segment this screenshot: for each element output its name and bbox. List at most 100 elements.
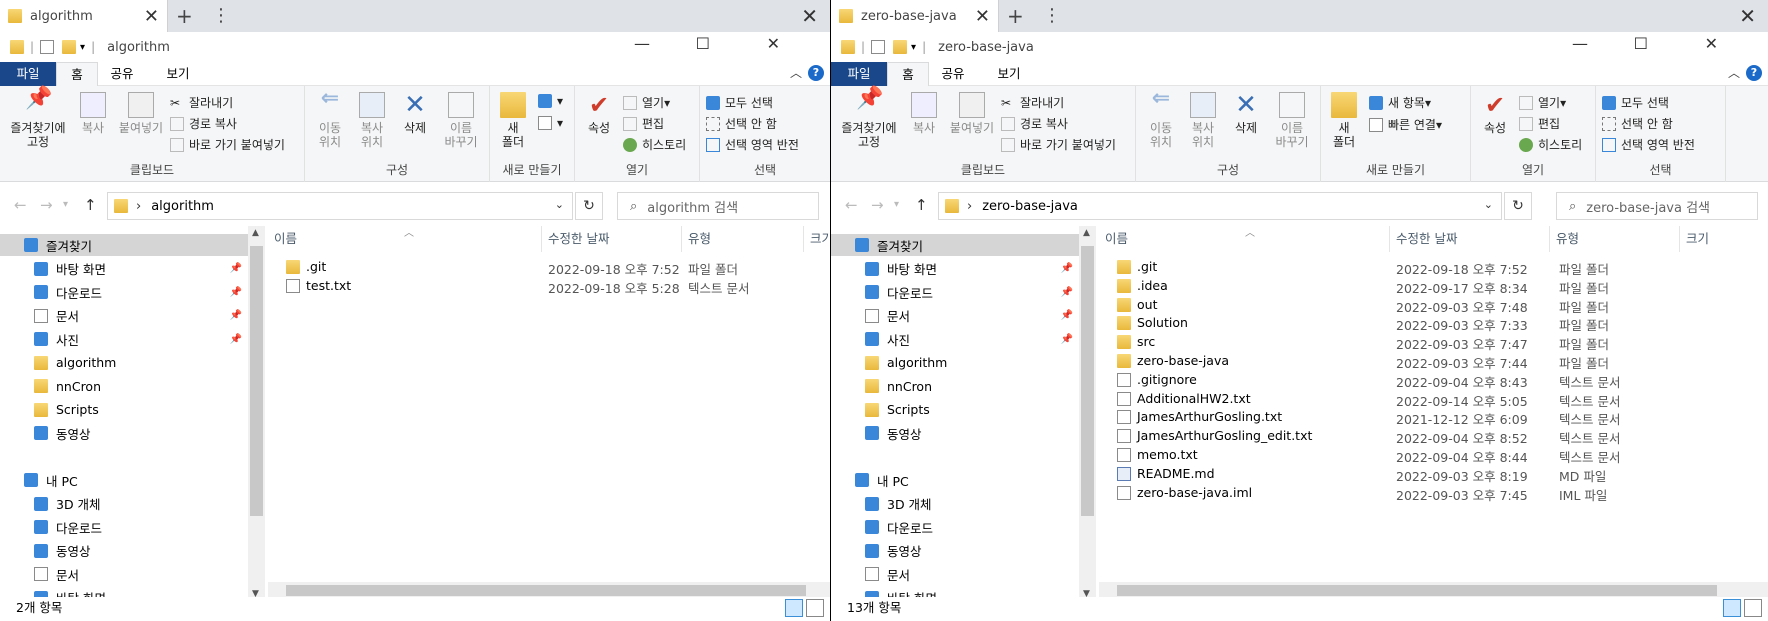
cut-button[interactable]: ✂ 잘라내기	[1001, 94, 1064, 111]
tab-view[interactable]: 보기	[156, 62, 200, 86]
close-icon[interactable]: ✕	[1705, 34, 1718, 53]
paste-button[interactable]: 붙여넣기	[947, 92, 997, 135]
column-size[interactable]: 크기	[804, 226, 830, 252]
recent-dropdown-icon[interactable]: ▾	[894, 199, 899, 210]
easy-access-dropdown[interactable]: 빠른 연결 ▾	[1369, 116, 1442, 133]
nav-item[interactable]: 바탕 화면 📌	[831, 258, 1079, 280]
close-window-icon[interactable]: ✕	[801, 4, 818, 28]
copy-path-button[interactable]: 경로 복사	[170, 115, 237, 132]
nav-item[interactable]: 3D 개체	[0, 493, 248, 515]
address-bar[interactable]: › zero-base-java ⌄	[938, 192, 1502, 220]
history-button[interactable]: 히스토리	[623, 136, 686, 153]
column-type[interactable]: 유형	[1550, 226, 1680, 252]
nav-item[interactable]: 동영상	[831, 422, 1079, 444]
nav-item[interactable]: 문서 📌	[831, 305, 1079, 327]
rename-button[interactable]: 이름 바꾸기	[439, 92, 483, 149]
forward-arrow-icon[interactable]: →	[40, 196, 53, 214]
nav-item[interactable]: 동영상	[0, 540, 248, 562]
help-icon[interactable]: ?	[808, 65, 824, 81]
back-arrow-icon[interactable]: ←	[14, 196, 27, 214]
easy-access-dropdown[interactable]: ▾	[538, 116, 563, 130]
new-folder-icon[interactable]	[62, 40, 77, 54]
nav-item[interactable]: 즐겨찾기	[0, 234, 248, 256]
paste-button[interactable]: 붙여넣기	[116, 92, 166, 135]
close-window-icon[interactable]: ✕	[1739, 4, 1756, 28]
copy-button[interactable]: 복사	[76, 92, 110, 135]
back-arrow-icon[interactable]: ←	[845, 196, 858, 214]
edit-button[interactable]: 편집	[623, 115, 664, 132]
select-none-button[interactable]: 선택 안 함	[706, 115, 777, 132]
column-type[interactable]: 유형	[682, 226, 804, 252]
new-tab-icon[interactable]: +	[1007, 4, 1024, 28]
nav-item[interactable]: 사진 📌	[0, 328, 248, 350]
nav-item[interactable]: 내 PC	[831, 469, 1079, 491]
details-view-icon[interactable]	[1723, 599, 1741, 617]
invert-selection-button[interactable]: 선택 영역 반전	[1602, 136, 1695, 153]
close-icon[interactable]: ✕	[767, 34, 780, 53]
new-folder-icon[interactable]	[893, 40, 908, 54]
open-button[interactable]: 열기 ▾	[623, 94, 670, 111]
refresh-button[interactable]: ↻	[1504, 192, 1532, 220]
properties-icon[interactable]	[40, 40, 55, 54]
large-icons-view-icon[interactable]	[806, 599, 824, 617]
select-all-button[interactable]: 모두 선택	[706, 94, 773, 111]
invert-selection-button[interactable]: 선택 영역 반전	[706, 136, 799, 153]
move-to-button[interactable]: ⇐ 이동 위치	[311, 88, 349, 150]
navigation-scrollbar[interactable]: ▲ ▼	[248, 226, 265, 601]
cut-button[interactable]: ✂ 잘라내기	[170, 94, 233, 111]
tab-home[interactable]: 홈	[56, 62, 98, 86]
customize-dropdown-icon[interactable]: ▾	[911, 42, 916, 53]
pin-quick-access-button[interactable]: 📌 즐겨찾기에 고정	[839, 88, 899, 150]
paste-shortcut-button[interactable]: 바로 가기 붙여넣기	[1001, 136, 1116, 153]
nav-item[interactable]: 다운로드 📌	[831, 281, 1079, 303]
nav-item[interactable]: nnCron	[831, 375, 1079, 397]
pin-icon[interactable]: 📌	[230, 287, 242, 298]
customize-dropdown-icon[interactable]: ▾	[80, 42, 85, 53]
rename-button[interactable]: 이름 바꾸기	[1270, 92, 1314, 149]
details-view-icon[interactable]	[785, 599, 803, 617]
navigation-scrollbar[interactable]: ▲ ▼	[1079, 226, 1096, 601]
breadcrumb-chevron-icon[interactable]: ›	[136, 199, 141, 214]
column-date[interactable]: 수정한 날짜	[1390, 226, 1550, 252]
select-all-button[interactable]: 모두 선택	[1602, 94, 1669, 111]
pin-quick-access-button[interactable]: 📌 즐겨찾기에 고정	[8, 88, 68, 150]
tab-close-icon[interactable]: ✕	[144, 6, 159, 27]
large-icons-view-icon[interactable]	[1744, 599, 1762, 617]
copy-to-button[interactable]: 복사 위치	[1184, 92, 1222, 149]
maximize-icon[interactable]: ☐	[696, 34, 710, 53]
nav-item[interactable]: 동영상	[831, 540, 1079, 562]
nav-item[interactable]: 3D 개체	[831, 493, 1079, 515]
nav-item[interactable]: algorithm	[0, 352, 248, 374]
help-icon[interactable]: ?	[1746, 65, 1762, 81]
tab-share[interactable]: 공유	[100, 62, 144, 86]
move-to-button[interactable]: ⇐ 이동 위치	[1142, 88, 1180, 150]
new-item-dropdown[interactable]: 새 항목 ▾	[1369, 94, 1431, 111]
nav-item[interactable]: 문서 📌	[0, 305, 248, 327]
more-options-icon[interactable]: ⋮	[1043, 5, 1061, 26]
properties-icon[interactable]	[871, 40, 886, 54]
copy-path-button[interactable]: 경로 복사	[1001, 115, 1068, 132]
recent-dropdown-icon[interactable]: ▾	[63, 199, 68, 210]
new-folder-button[interactable]: 새 폴더	[1327, 92, 1361, 149]
pin-icon[interactable]: 📌	[1061, 310, 1073, 321]
nav-item[interactable]: 다운로드 📌	[0, 281, 248, 303]
address-dropdown-icon[interactable]: ⌄	[1484, 198, 1493, 211]
column-date[interactable]: 수정한 날짜	[542, 226, 682, 252]
new-tab-icon[interactable]: +	[176, 4, 193, 28]
pin-icon[interactable]: 📌	[230, 334, 242, 345]
nav-item[interactable]: 사진 📌	[831, 328, 1079, 350]
nav-item[interactable]: nnCron	[0, 375, 248, 397]
tab-share[interactable]: 공유	[931, 62, 975, 86]
nav-item[interactable]: 문서	[0, 563, 248, 585]
nav-item[interactable]: 다운로드	[831, 516, 1079, 538]
pin-icon[interactable]: 📌	[1061, 287, 1073, 298]
new-folder-button[interactable]: 새 폴더	[496, 92, 530, 149]
nav-item[interactable]: algorithm	[831, 352, 1079, 374]
pin-icon[interactable]: 📌	[1061, 263, 1073, 274]
pin-icon[interactable]: 📌	[230, 263, 242, 274]
new-item-dropdown[interactable]: ▾	[538, 94, 563, 108]
tab-file[interactable]: 파일	[831, 62, 887, 86]
nav-item[interactable]: 다운로드	[0, 516, 248, 538]
select-none-button[interactable]: 선택 안 함	[1602, 115, 1673, 132]
minimize-icon[interactable]: —	[634, 34, 650, 53]
